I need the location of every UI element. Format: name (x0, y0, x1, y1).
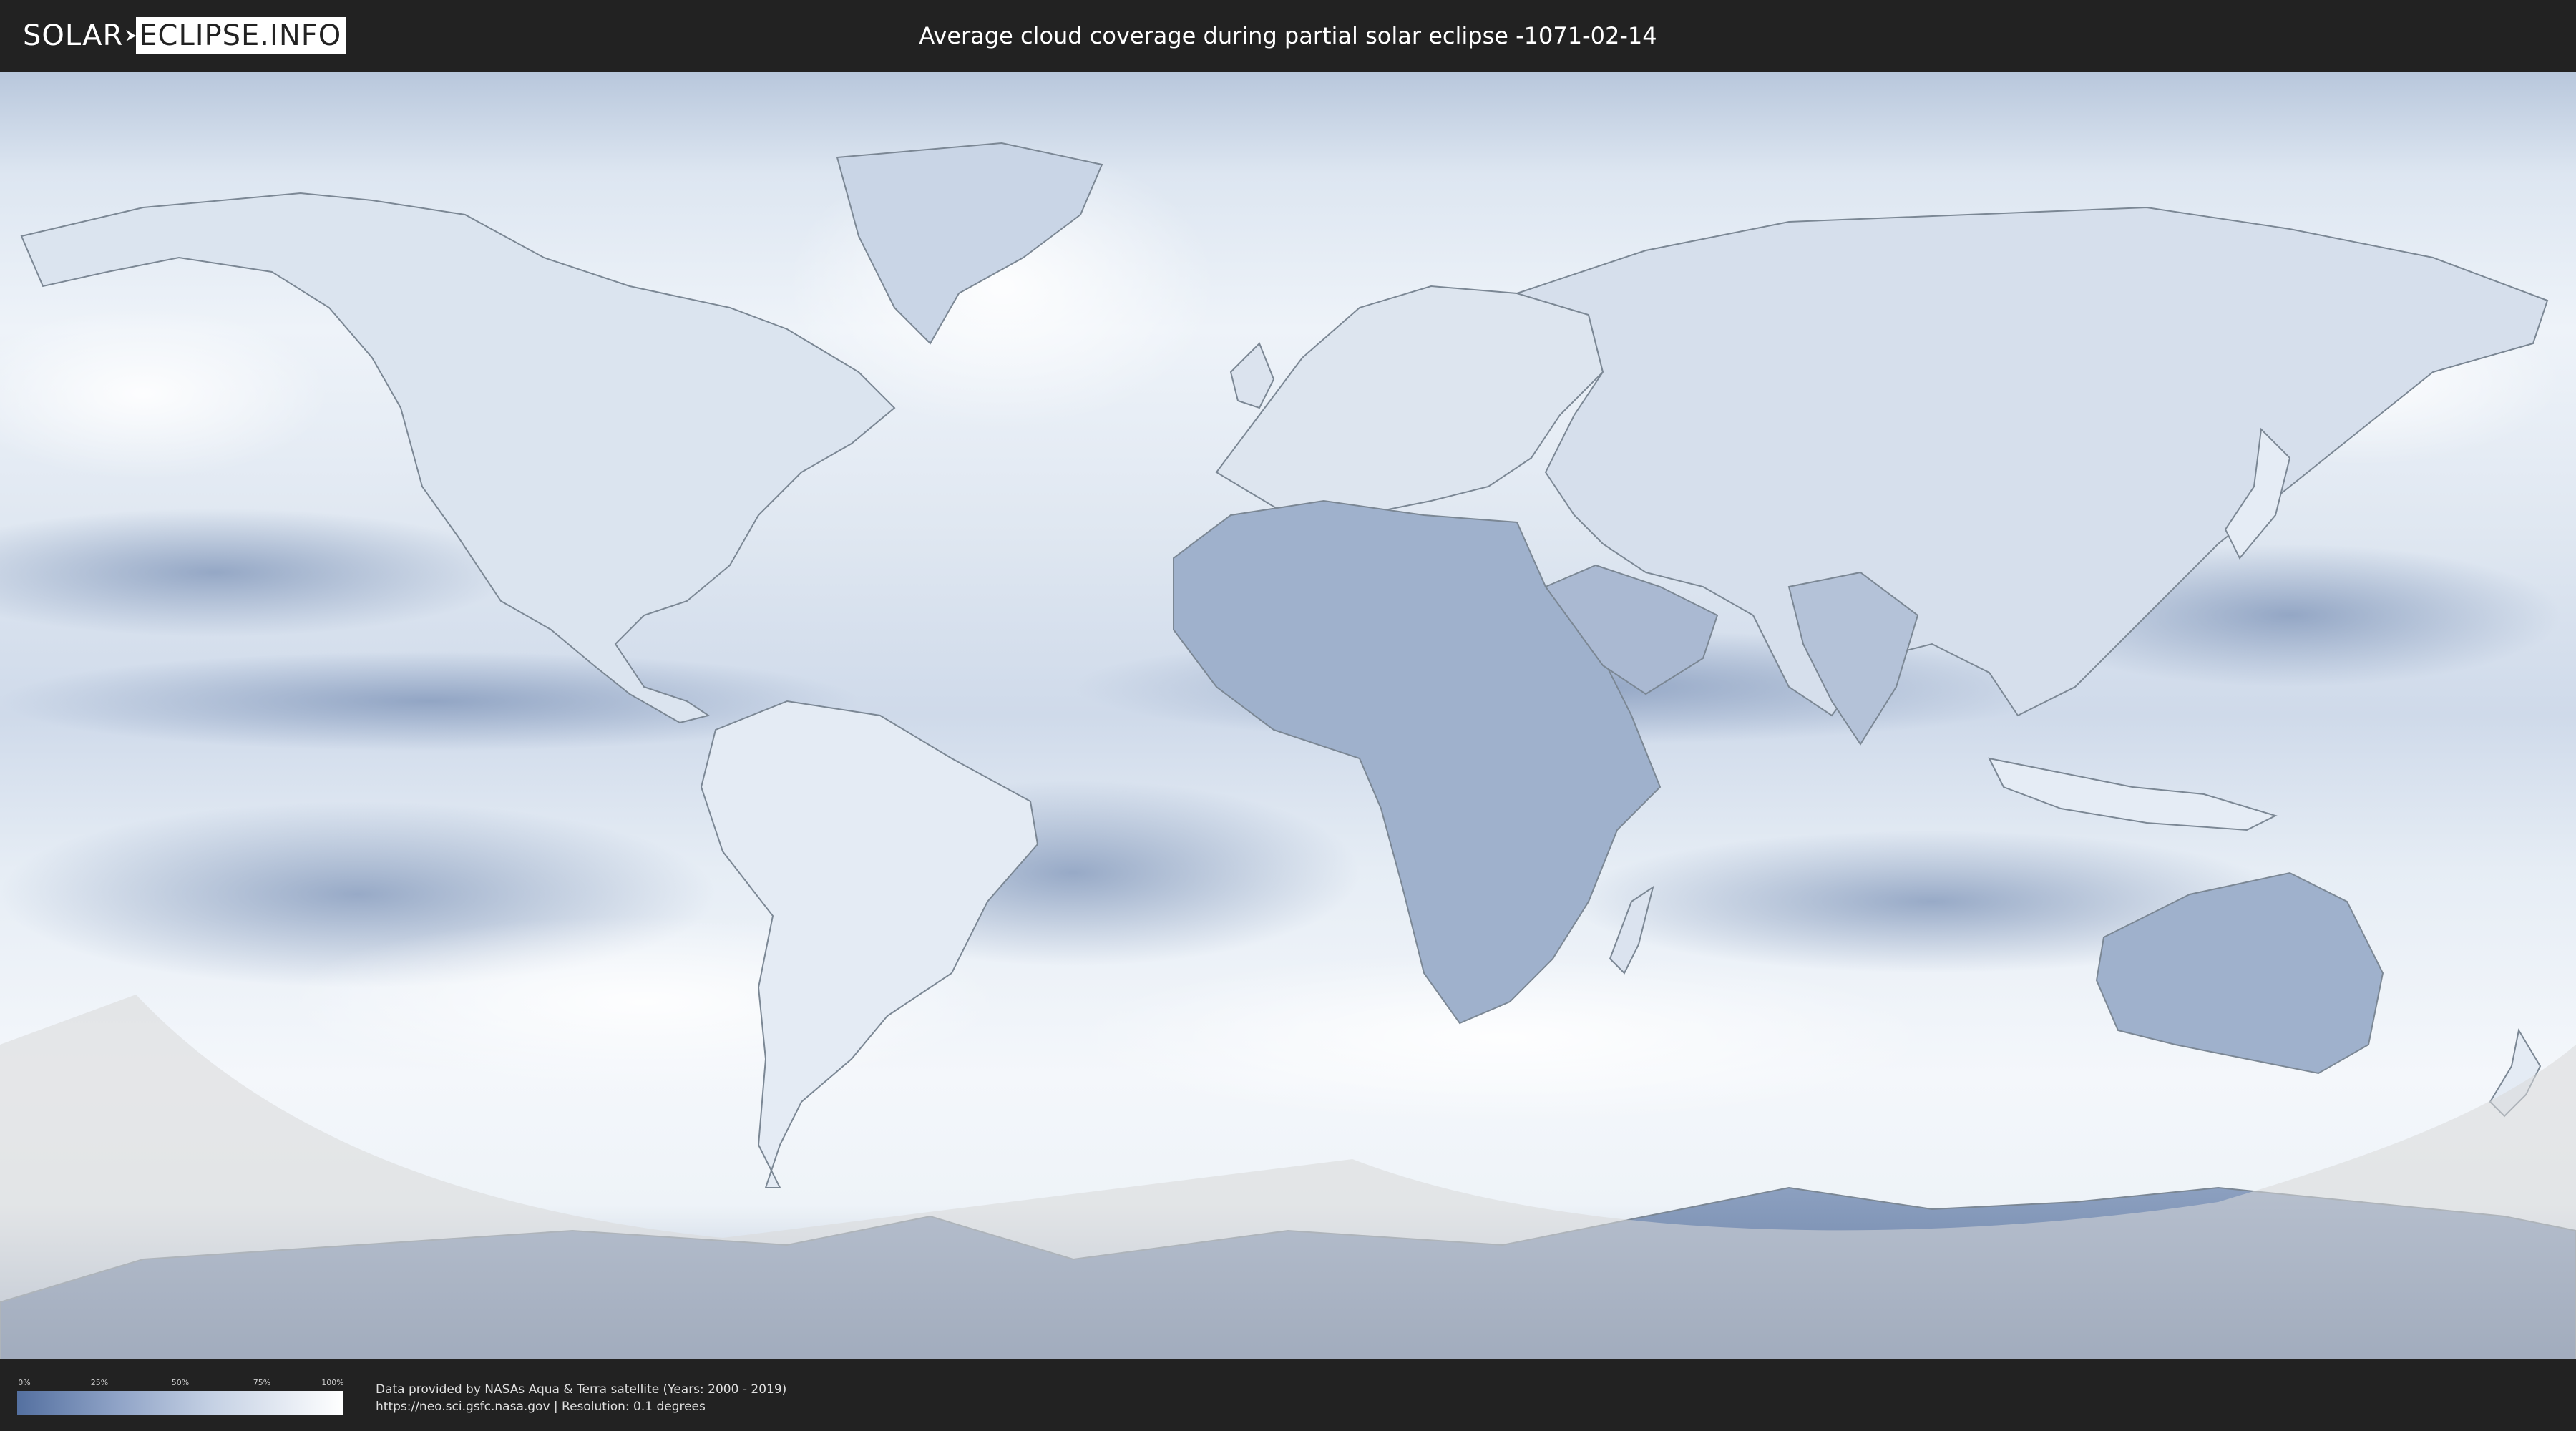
legend-ticks: 0% 25% 50% 75% 100% (17, 1378, 343, 1388)
legend-tick-25: 25% (90, 1378, 109, 1387)
page-title: Average cloud coverage during partial so… (919, 22, 1657, 49)
credits-line-url: https://neo.sci.gsfc.nasa.gov | Resoluti… (376, 1400, 706, 1414)
cloud-coverage-map[interactable] (0, 72, 2576, 1359)
data-credits: Data provided by NASAs Aqua & Terra sate… (376, 1381, 786, 1415)
legend-tick-0: 0% (18, 1378, 31, 1387)
header-bar: SOLAR ECLIPSE.INFO Average cloud coverag… (0, 0, 2576, 72)
cloud-coverage-legend: 0% 25% 50% 75% 100% (17, 1378, 344, 1415)
legend-gradient-bar (17, 1391, 343, 1415)
legend-tick-100: 100% (321, 1378, 344, 1387)
page: SOLAR ECLIPSE.INFO Average cloud coverag… (0, 0, 2576, 1431)
footer-bar: 0% 25% 50% 75% 100% Data provided by NAS… (0, 1359, 2576, 1431)
credits-line-source: Data provided by NASAs Aqua & Terra sate… (376, 1382, 787, 1397)
legend-tick-50: 50% (171, 1378, 190, 1387)
legend-tick-75: 75% (253, 1378, 271, 1387)
world-map-svg (0, 72, 2576, 1359)
